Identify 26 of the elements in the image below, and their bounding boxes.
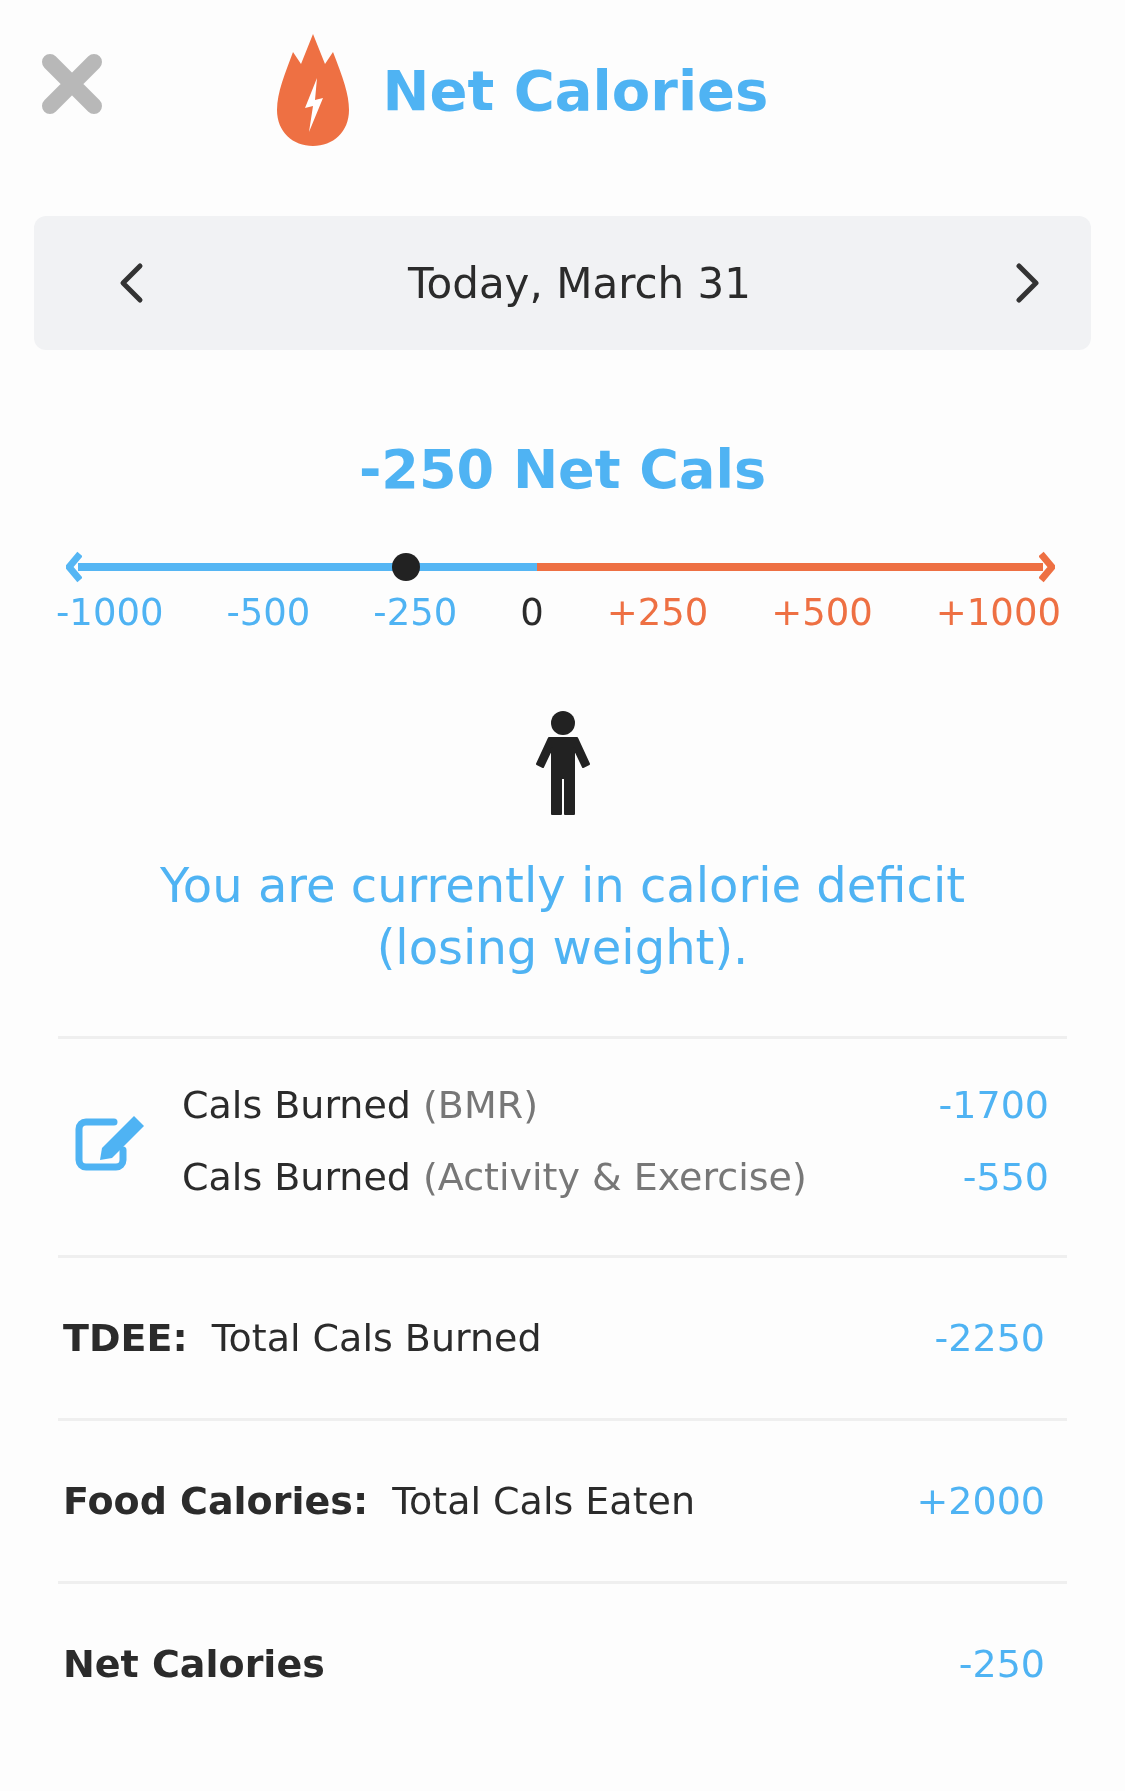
total-label: TDEE: Total Cals Burned bbox=[63, 1316, 542, 1360]
total-value: -250 bbox=[958, 1642, 1045, 1686]
status-message: You are currently in calorie deficit (losing weight). bbox=[158, 856, 967, 977]
right-arrowhead-icon bbox=[1039, 551, 1055, 583]
total-label: Net Calories bbox=[63, 1642, 325, 1686]
date-label: Today, March 31 bbox=[408, 258, 751, 308]
scale-tick-label: -250 bbox=[373, 591, 458, 634]
scale-tick-label: 0 bbox=[520, 591, 544, 634]
burned-label: Cals Burned (BMR) bbox=[182, 1083, 538, 1127]
flame-icon bbox=[276, 34, 349, 146]
burned-value: -550 bbox=[962, 1155, 1049, 1199]
total-value: +2000 bbox=[916, 1479, 1045, 1523]
net-cals-headline: -250 Net Cals bbox=[357, 438, 768, 501]
burned-value: -1700 bbox=[938, 1083, 1049, 1127]
scale-tick-label: -500 bbox=[226, 591, 311, 634]
next-day-icon[interactable] bbox=[1015, 262, 1041, 304]
total-value: -2250 bbox=[934, 1316, 1045, 1360]
left-arrowhead-icon bbox=[66, 551, 82, 583]
total-label: Food Calories: Total Cals Eaten bbox=[63, 1479, 695, 1523]
scale-tick-label: -1000 bbox=[56, 591, 164, 634]
scale-tick-label: +1000 bbox=[935, 591, 1061, 634]
scale-tick-label: +250 bbox=[606, 591, 709, 634]
previous-day-icon[interactable] bbox=[118, 262, 144, 304]
page-title: Net Calories bbox=[382, 57, 769, 123]
burned-label: Cals Burned (Activity & Exercise) bbox=[182, 1155, 807, 1199]
scale-tick-label: +500 bbox=[771, 591, 873, 634]
